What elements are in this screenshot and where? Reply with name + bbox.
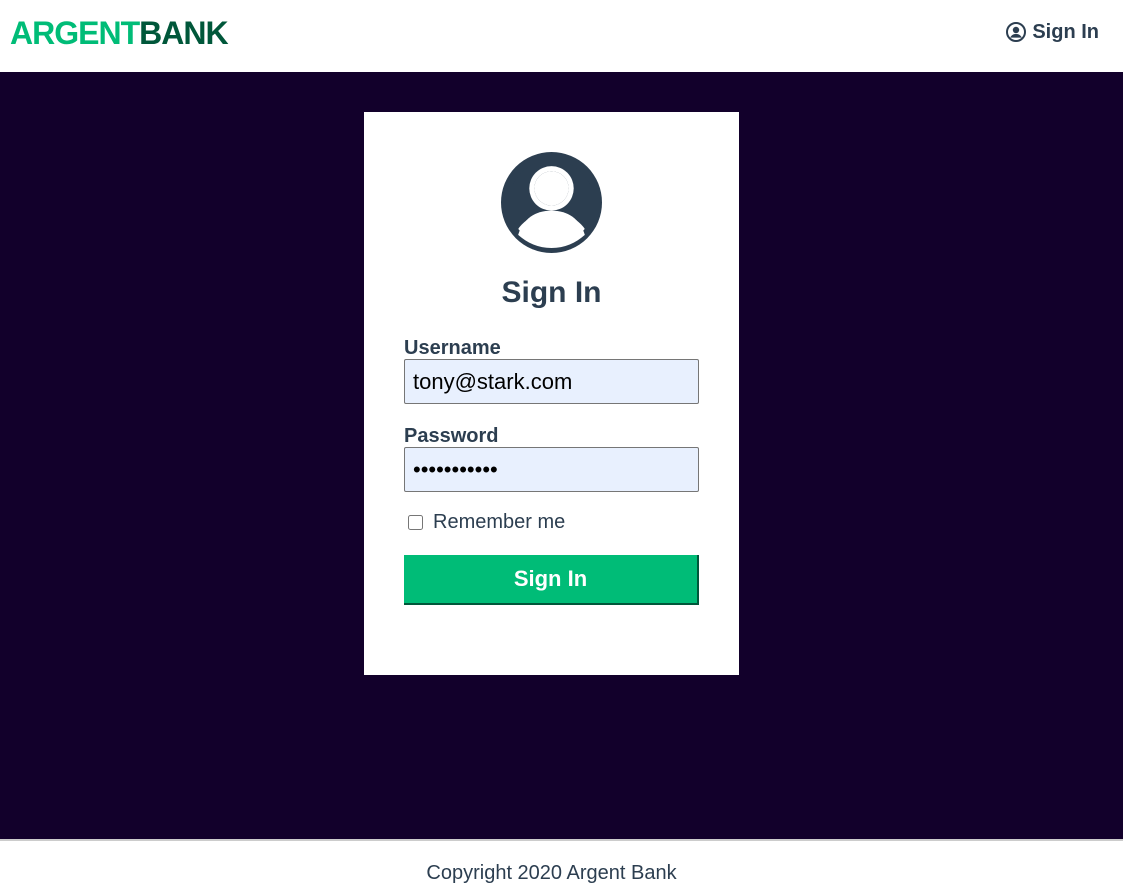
username-label: Username: [404, 337, 501, 359]
sign-in-button[interactable]: Sign In: [404, 555, 699, 605]
main-nav: ARGENTBANK Sign In: [0, 0, 1123, 72]
footer: Copyright 2020 Argent Bank: [0, 839, 1123, 889]
main-content: Sign In Username Password Remember me Si…: [0, 72, 1123, 839]
remember-me-row: Remember me: [408, 510, 565, 534]
argent-bank-logo[interactable]: ARGENTBANK: [10, 15, 229, 51]
nav-sign-in-label: Sign In: [1032, 20, 1099, 43]
footer-copyright: Copyright 2020 Argent Bank: [426, 862, 677, 884]
nav-sign-in-link[interactable]: Sign In: [1006, 20, 1099, 44]
logo-text-argent: ARGENT: [10, 15, 140, 51]
password-label: Password: [404, 425, 499, 447]
user-circle-icon: [1006, 22, 1027, 42]
logo-text-bank: BANK: [139, 15, 228, 51]
sign-in-card: Sign In Username Password Remember me Si…: [364, 112, 739, 675]
remember-me-checkbox[interactable]: [408, 514, 423, 530]
sign-in-title: Sign In: [501, 276, 602, 309]
user-circle-icon: [501, 152, 602, 253]
password-input[interactable]: [404, 447, 699, 492]
username-input[interactable]: [404, 359, 699, 404]
remember-me-label[interactable]: Remember me: [433, 511, 565, 534]
